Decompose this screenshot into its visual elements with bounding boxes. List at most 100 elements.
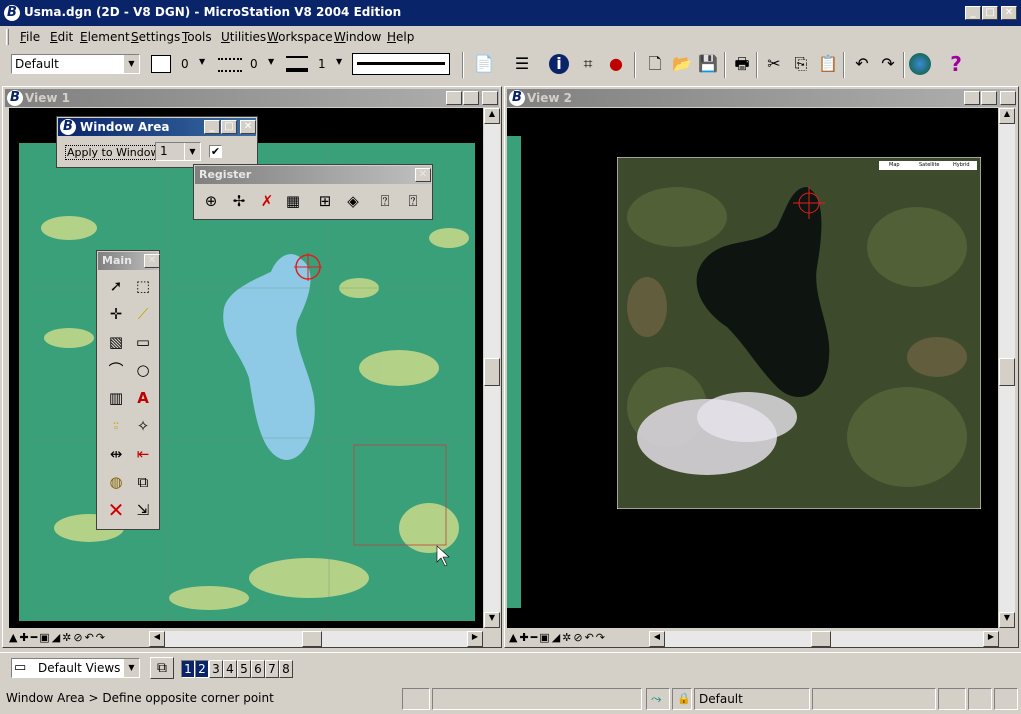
change-attributes-icon[interactable]: ◍ [103,469,129,495]
view-toggle-2[interactable]: 2 [195,660,209,678]
view-toggle-1[interactable]: 1 [181,660,195,678]
dialog-maximize-button[interactable]: □ [221,120,237,134]
menu-settings[interactable]: Settings [131,30,180,44]
map-button[interactable]: Map [889,161,900,170]
register-tool-a-icon[interactable]: ⍰ [372,188,398,214]
line-weight-icon[interactable] [286,56,308,72]
view-1-minimize-button[interactable]: _ [446,91,462,105]
view-2-maximize-button[interactable]: □ [981,91,997,105]
apply-window-dropdown[interactable]: 1 ▼ [155,142,201,161]
modify-icon[interactable]: ⇤ [130,441,156,467]
delete-element-icon[interactable]: ✕ [103,497,129,523]
main-close-button[interactable]: ✕ [144,254,160,268]
maximize-button[interactable]: □ [982,6,998,20]
cut-icon[interactable]: ✂ [762,52,786,76]
view-groups-icon[interactable]: ⧉ [150,657,174,679]
globe-icon[interactable] [909,53,931,75]
status-active-level[interactable]: Default [694,688,810,710]
render-icon[interactable]: ● [604,52,628,76]
map-type-buttons[interactable]: Map Satellite Hybrid [881,161,979,170]
view-toggle-4[interactable]: 4 [223,660,237,678]
menu-tools[interactable]: Tools [182,30,212,44]
snap-icon[interactable]: ⍤ [103,413,129,439]
add-point-icon[interactable]: ⊕ [198,188,224,214]
view-2-vertical-scrollbar[interactable]: ▲ ▼ [999,108,1015,628]
apply-to-window-checkbox[interactable]: ✔ [209,145,222,158]
close-button[interactable]: ✕ [1001,6,1017,20]
minimize-button[interactable]: _ [965,6,981,20]
satellite-button[interactable]: Satellite [919,161,939,170]
move-point-icon[interactable]: ✢ [226,188,252,214]
dialog-close-button[interactable]: ✕ [240,120,256,134]
view-toggle-3[interactable]: 3 [209,660,223,678]
register-table-icon[interactable]: ⊞ [312,188,338,214]
style-dropdown-arrow-icon[interactable]: ▼ [268,57,274,66]
place-arc-icon[interactable]: ⌒ [103,357,129,383]
cell-library-icon[interactable]: ▥ [103,385,129,411]
view-2-close-button[interactable]: ✕ [1000,91,1016,105]
saved-views-dropdown[interactable]: ▭ Default Views ▼ [11,658,140,678]
view-2-canvas[interactable]: Map Satellite Hybrid [507,108,998,628]
color-dropdown-arrow-icon[interactable]: ▼ [199,57,205,66]
info-icon[interactable]: i [549,54,569,74]
menu-utilities[interactable]: Utilities [221,30,266,44]
snap-mode-icon[interactable]: ⤳ [646,688,670,710]
scroll-right-icon[interactable]: ▶ [467,631,483,647]
help-icon[interactable]: ? [944,52,968,76]
place-circle-icon[interactable]: ○ [130,357,156,383]
menu-workspace[interactable]: Workspace [267,30,333,44]
delete-point-icon[interactable]: ✗ [254,188,280,214]
view-1-vscroll-thumb[interactable] [484,358,500,386]
menu-file[interactable]: File [20,30,40,44]
file-properties-icon[interactable]: 📄 [472,52,496,76]
view-toggle-7[interactable]: 7 [265,660,279,678]
element-selection-icon[interactable]: ➚ [103,273,129,299]
menu-window[interactable]: Window [334,30,381,44]
group-icon[interactable]: ⧉ [130,469,156,495]
scroll-left-icon[interactable]: ◀ [649,631,665,647]
copy-element-icon[interactable]: ✧ [130,413,156,439]
view-toggle-5[interactable]: 5 [237,660,251,678]
place-point-icon[interactable]: ✛ [103,301,129,327]
register-close-button[interactable]: ✕ [415,168,431,182]
view-1-close-button[interactable]: ✕ [482,91,498,105]
level-dropdown[interactable]: Default ▼ [11,54,140,74]
level-manager-icon[interactable]: ☰ [510,52,534,76]
view-2-hscroll-thumb[interactable] [811,631,831,647]
scroll-up-icon[interactable]: ▲ [484,108,500,124]
register-tool-b-icon[interactable]: ⍰ [400,188,426,214]
lock-icon[interactable]: 🔒 [672,688,692,710]
dimension-icon[interactable]: ⇹ [103,441,129,467]
view-1-horizontal-scrollbar[interactable]: ◀ ▶ [149,631,483,647]
view-1-view-controls[interactable]: ▲✚━▣◢✲⊘↶↷ [9,631,149,647]
scroll-right-icon[interactable]: ▶ [983,631,999,647]
view-1-maximize-button[interactable]: □ [463,91,479,105]
color-swatch[interactable] [151,55,171,73]
scale-icon[interactable]: ⇲ [130,497,156,523]
copy-icon[interactable]: ⎘ [789,52,813,76]
redo-icon[interactable]: ↷ [876,52,900,76]
fence-icon[interactable]: ⌗ [576,52,600,76]
scroll-up-icon[interactable]: ▲ [999,108,1015,124]
view-2-view-controls[interactable]: ▲✚━▣◢✲⊘↶↷ [509,631,649,647]
view-1-hscroll-thumb[interactable] [302,631,322,647]
scroll-down-icon[interactable]: ▼ [484,612,500,628]
view-2-minimize-button[interactable]: _ [964,91,980,105]
register-target-icon[interactable]: ◈ [340,188,366,214]
active-line-preview[interactable] [352,53,450,75]
weight-dropdown-arrow-icon[interactable]: ▼ [336,57,342,66]
view-2-vscroll-thumb[interactable] [999,358,1015,386]
menu-edit[interactable]: Edit [50,30,73,44]
undo-icon[interactable]: ↶ [850,52,874,76]
menu-help[interactable]: Help [387,30,414,44]
scroll-down-icon[interactable]: ▼ [999,612,1015,628]
menu-element[interactable]: Element [80,30,130,44]
register-grid-icon[interactable]: ▦ [280,188,306,214]
dialog-minimize-button[interactable]: _ [204,120,220,134]
place-text-icon[interactable]: A [130,385,156,411]
line-style-icon[interactable] [218,58,242,72]
place-line-icon[interactable]: ▧ [103,329,129,355]
open-folder-icon[interactable]: 📂 [670,52,694,76]
view-toggle-8[interactable]: 8 [279,660,293,678]
view-2-horizontal-scrollbar[interactable]: ◀ ▶ [649,631,999,647]
